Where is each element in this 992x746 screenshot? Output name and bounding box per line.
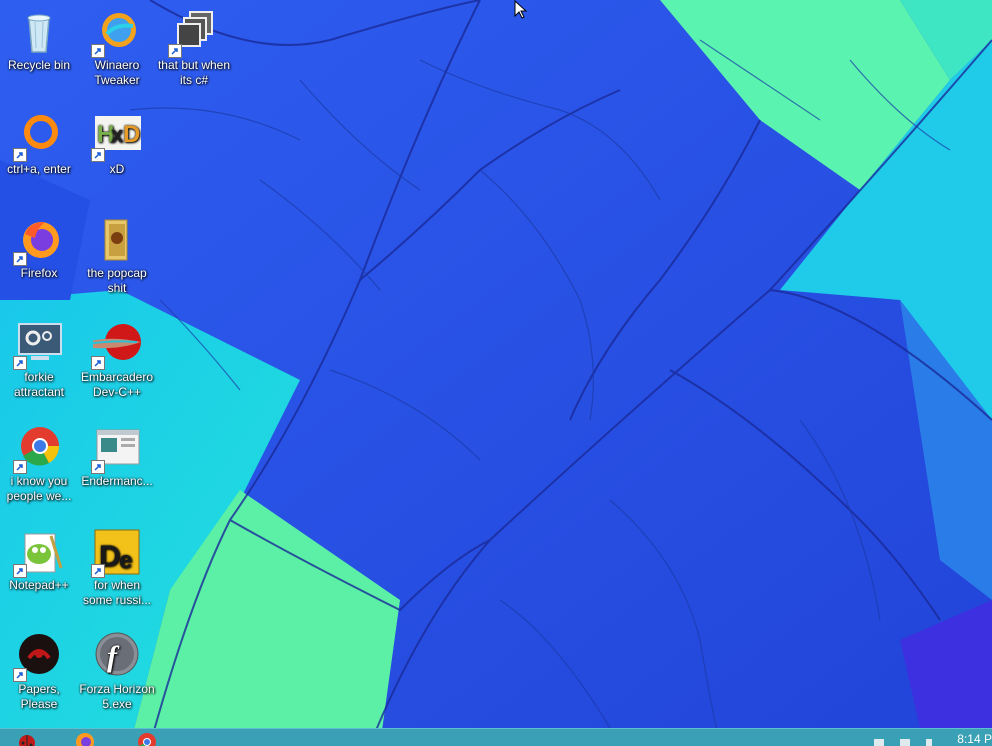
taskbar: 8:14 P	[0, 728, 992, 746]
shortcut-arrow-icon	[91, 148, 105, 162]
shortcut-arrow-icon	[13, 356, 27, 370]
icon-label: the popcap shit	[78, 266, 156, 296]
shortcut-arrow-icon	[13, 668, 27, 682]
shortcut-arrow-icon	[13, 564, 27, 578]
firefox-icon	[74, 731, 96, 746]
icon-label: ctrl+a, enter	[0, 162, 78, 177]
ladybug-icon	[16, 731, 38, 746]
icon-label: Papers, Please	[0, 682, 78, 712]
icon-label: Embarcadero Dev-C++	[78, 370, 156, 400]
icon-label: Firefox	[0, 266, 78, 281]
desktop-icon-recycle-bin[interactable]: Recycle bin	[0, 8, 78, 73]
flash-icon: f	[93, 632, 141, 680]
icon-label: Forza Horizon 5.exe	[78, 682, 156, 712]
desktop-icon-embarcadero-dev-cpp[interactable]: Embarcadero Dev-C++	[78, 320, 156, 400]
shortcut-arrow-icon	[13, 148, 27, 162]
icon-label: Winaero Tweaker	[78, 58, 156, 88]
icon-label: xD	[78, 162, 156, 177]
taskbar-app-firefox[interactable]	[74, 731, 96, 746]
icon-label: for when some russi...	[78, 578, 156, 608]
desktop-icon-endermanch[interactable]: Endermanc...	[78, 424, 156, 489]
shortcut-arrow-icon	[91, 44, 105, 58]
shortcut-arrow-icon	[91, 356, 105, 370]
desktop-icon-i-know-you-people[interactable]: i know you people we...	[0, 424, 78, 504]
desktop-icon-papers-please[interactable]: Papers, Please	[0, 632, 78, 712]
desktop-icon-xd[interactable]: H x D xD	[78, 112, 156, 177]
taskbar-clock[interactable]: 8:14 P	[957, 732, 992, 746]
icon-label: forkie attractant	[0, 370, 78, 400]
desktop-icon-firefox[interactable]: Firefox	[0, 216, 78, 281]
mouse-cursor-icon	[514, 0, 528, 20]
desktop-icon-forza-horizon-5[interactable]: f Forza Horizon 5.exe	[78, 632, 156, 712]
desktop-icon-that-but-when-its-csharp[interactable]: that but when its c#	[155, 8, 233, 88]
svg-text:D: D	[123, 121, 140, 148]
shortcut-arrow-icon	[91, 564, 105, 578]
shortcut-arrow-icon	[13, 460, 27, 474]
icon-label: Endermanc...	[78, 474, 156, 489]
folder-icon	[93, 216, 141, 264]
desktop-icon-ctrl-a-enter[interactable]: ctrl+a, enter	[0, 112, 78, 177]
taskbar-app-chrome[interactable]	[136, 731, 158, 746]
desktop-icon-winaero-tweaker[interactable]: Winaero Tweaker	[78, 8, 156, 88]
desktop-icon-forkie-attractant[interactable]: forkie attractant	[0, 320, 78, 400]
recycle-bin-icon	[15, 8, 63, 56]
chrome-icon	[136, 731, 158, 746]
desktop-icon-for-when-some-russi[interactable]: D e for when some russi...	[78, 528, 156, 608]
shortcut-arrow-icon	[91, 460, 105, 474]
desktop-icon-notepad-plus-plus[interactable]: Notepad++	[0, 528, 78, 593]
desktop-icon-the-popcap-shit[interactable]: the popcap shit	[78, 216, 156, 296]
svg-text:e: e	[119, 547, 132, 574]
icon-label: Recycle bin	[0, 58, 78, 73]
icon-label: Notepad++	[0, 578, 78, 593]
icon-label: that but when its c#	[155, 58, 233, 88]
taskbar-app-ladybug[interactable]	[16, 731, 38, 746]
icon-label: i know you people we...	[0, 474, 78, 504]
shortcut-arrow-icon	[13, 252, 27, 266]
shortcut-arrow-icon	[168, 44, 182, 58]
